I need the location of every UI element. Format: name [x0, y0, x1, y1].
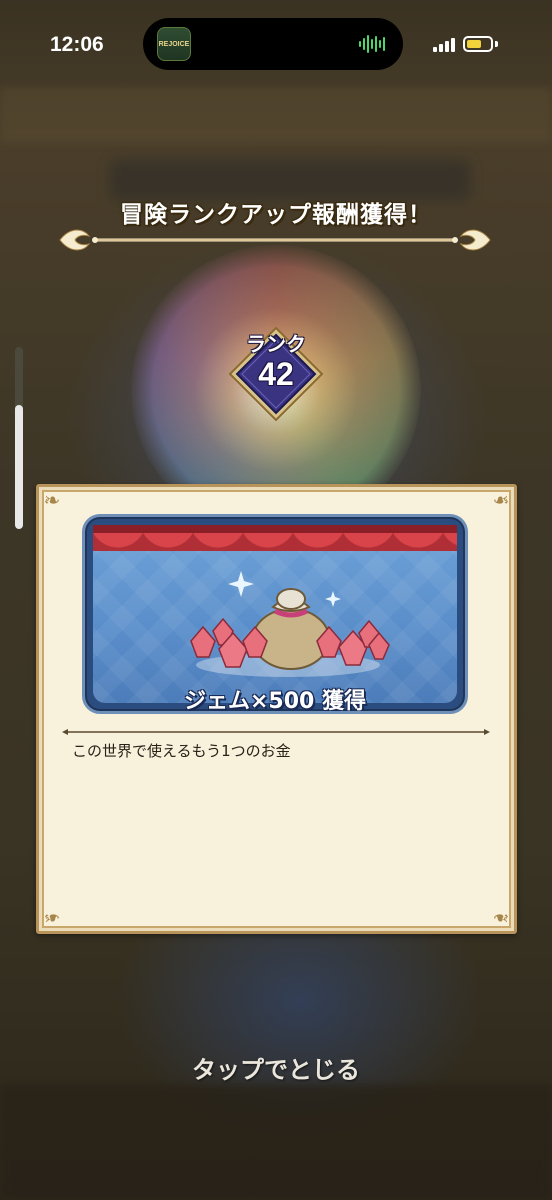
cellular-signal-icon	[433, 38, 455, 52]
blurred-background-panel	[110, 160, 470, 200]
tap-to-close-text[interactable]: タップでとじる	[0, 1050, 552, 1085]
audio-wave-icon	[359, 34, 387, 54]
panel-divider	[62, 729, 490, 735]
corner-ornament: ❧	[43, 906, 61, 930]
status-time: 12:06	[50, 33, 104, 56]
blurred-footer-band	[0, 1085, 552, 1200]
blurred-header-band	[0, 88, 552, 143]
rank-label: ランク	[246, 332, 306, 356]
reward-card: ジェム×500 獲得	[82, 514, 468, 714]
gem-bag-icon	[190, 571, 390, 677]
reward-text: ジェム×500 獲得	[183, 689, 367, 714]
scroll-thumb[interactable]	[15, 405, 23, 529]
status-bar: 12:06 REJOICE	[0, 0, 552, 88]
now-playing-app-icon: REJOICE	[157, 27, 191, 61]
corner-ornament: ❧	[43, 488, 61, 512]
dynamic-island[interactable]: REJOICE	[143, 18, 403, 70]
battery-icon	[463, 36, 493, 52]
corner-ornament: ❧	[492, 488, 510, 512]
rank-number: 42	[258, 356, 294, 392]
corner-ornament: ❧	[492, 906, 510, 930]
reward-description: この世界で使えるもう1つのお金	[72, 742, 291, 760]
